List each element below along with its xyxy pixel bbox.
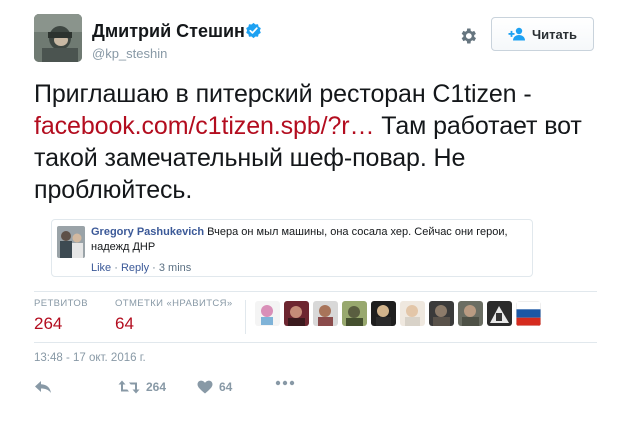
retweet-action[interactable]: 264 [118, 380, 166, 394]
author-avatar[interactable] [34, 14, 82, 62]
retweets-label: РЕТВИТОВ [34, 298, 88, 309]
retweets-count: 264 [34, 314, 63, 333]
like-count: 64 [219, 380, 233, 394]
reply-action[interactable] [34, 380, 52, 394]
liker-avatar[interactable] [516, 301, 541, 326]
liker-avatar[interactable] [487, 301, 512, 326]
follow-button-label: Читать [531, 26, 578, 42]
quoted-time: 3 mins [158, 262, 192, 274]
tweet-text: Приглашаю в питерский ресторан C1tizen -… [34, 78, 604, 206]
quoted-separator-2: · [149, 262, 159, 274]
tweet-timestamp[interactable]: 13:48 - 17 окт. 2016 г. [34, 352, 146, 364]
verified-badge-icon [246, 22, 261, 39]
liker-avatar[interactable] [255, 301, 280, 326]
quoted-comment-actions: Like · Reply · 3 mins [91, 262, 191, 274]
tweet-actions: 264 64 [34, 380, 334, 402]
tweet-header: Дмитрий Стешин @kp_steshin Читать [34, 14, 596, 64]
liker-avatar[interactable] [458, 301, 483, 326]
tweet-text-before-link: Приглашаю в питерский ресторан C1tizen - [34, 80, 532, 108]
follow-user-icon [508, 27, 525, 41]
liker-avatar[interactable] [284, 301, 309, 326]
tweet-stats: РЕТВИТОВ 264 ОТМЕТКИ «НРАВИТСЯ» 64 [34, 291, 597, 343]
quoted-separator-1: · [111, 262, 121, 274]
more-action[interactable] [275, 380, 295, 386]
tweet-link[interactable]: facebook.com/c1tizen.spb/?r… [34, 112, 375, 140]
liker-avatar[interactable] [313, 301, 338, 326]
liker-avatar[interactable] [400, 301, 425, 326]
stats-divider [245, 300, 246, 334]
likes-label: ОТМЕТКИ «НРАВИТСЯ» [115, 298, 233, 309]
reply-icon [35, 381, 51, 393]
gear-icon[interactable] [458, 26, 478, 46]
quoted-comment-card[interactable]: Gregory Pashukevich Вчера он мыл машины,… [51, 219, 533, 277]
author-display-name[interactable]: Дмитрий Стешин [92, 21, 245, 42]
quoted-comment-text: Gregory Pashukevich Вчера он мыл машины,… [91, 225, 527, 255]
author-screen-name[interactable]: @kp_steshin [92, 46, 167, 61]
quoted-reply-link[interactable]: Reply [121, 262, 149, 274]
quoted-author-photo [57, 226, 85, 258]
quoted-author-name[interactable]: Gregory Pashukevich [91, 226, 204, 238]
likes-stat[interactable]: ОТМЕТКИ «НРАВИТСЯ» 64 [115, 298, 233, 334]
follow-button[interactable]: Читать [491, 17, 594, 51]
retweet-count: 264 [146, 380, 167, 394]
liker-avatar[interactable] [429, 301, 454, 326]
liker-avatars [255, 301, 541, 326]
likes-count: 64 [115, 314, 134, 333]
like-action[interactable]: 64 [197, 380, 232, 394]
more-dots-icon [275, 380, 295, 386]
retweet-icon [118, 380, 140, 394]
liker-avatar[interactable] [371, 301, 396, 326]
liker-avatar[interactable] [342, 301, 367, 326]
retweets-stat[interactable]: РЕТВИТОВ 264 [34, 298, 88, 334]
heart-icon [197, 380, 213, 394]
quoted-like-link[interactable]: Like [91, 262, 111, 274]
